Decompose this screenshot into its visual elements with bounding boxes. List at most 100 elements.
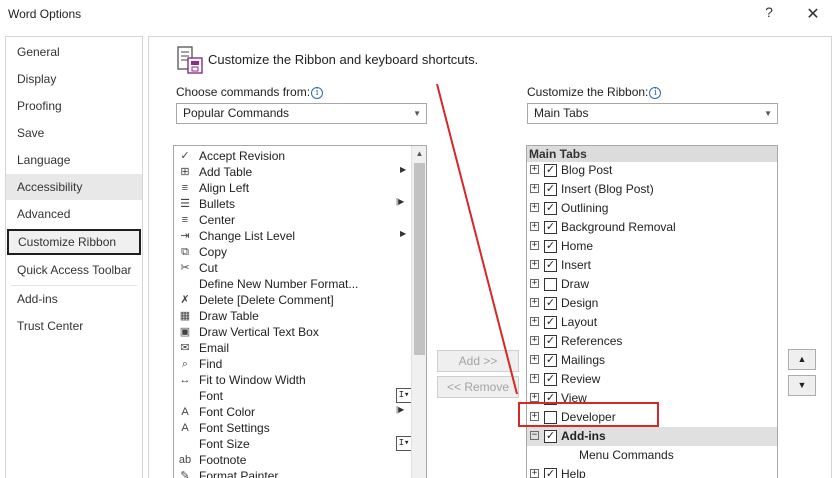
command-item[interactable]: ↔ Fit to Window Width [174, 372, 412, 388]
tab-checkbox[interactable]: ✓ [544, 316, 557, 329]
tab-item[interactable]: + ✓ Blog Post [527, 161, 777, 180]
tab-checkbox[interactable]: ✓ [544, 164, 557, 177]
sidebar-item-language[interactable]: Language [6, 147, 142, 173]
tab-checkbox[interactable]: ✓ [544, 430, 557, 443]
submenu-arrow-icon: ▶ [400, 229, 407, 238]
copy-icon: ⧉ [181, 246, 189, 258]
sidebar-item-trust-center[interactable]: Trust Center [6, 313, 142, 339]
remove-button[interactable]: << Remove [437, 376, 519, 398]
expand-icon[interactable]: + [530, 298, 539, 307]
command-item[interactable]: Font I▾ [174, 388, 412, 404]
tab-checkbox[interactable] [544, 278, 557, 291]
tab-item[interactable]: − ✓ Add-ins [527, 427, 777, 446]
tab-checkbox[interactable]: ✓ [544, 468, 557, 478]
expand-icon[interactable]: + [530, 336, 539, 345]
command-item[interactable]: Font Size I▾ [174, 436, 412, 452]
customize-ribbon-dropdown[interactable]: Main Tabs ▼ [527, 103, 778, 124]
tab-checkbox[interactable]: ✓ [544, 240, 557, 253]
customize-ribbon-value: Main Tabs [534, 106, 589, 120]
tab-checkbox[interactable]: ✓ [544, 297, 557, 310]
sidebar-item-quick-access-toolbar[interactable]: Quick Access Toolbar [6, 257, 142, 283]
command-item[interactable]: ⌕ Find [174, 356, 412, 372]
collapse-icon[interactable]: − [530, 431, 539, 440]
expand-icon[interactable]: + [530, 165, 539, 174]
tab-checkbox[interactable]: ✓ [544, 183, 557, 196]
info-icon[interactable]: i [649, 87, 662, 99]
tab-item[interactable]: + ✓ Mailings [527, 351, 777, 370]
tab-item[interactable]: + ✓ Home [527, 237, 777, 256]
tab-item[interactable]: + ✓ Insert [527, 256, 777, 275]
command-item[interactable]: A Font Color |▶ [174, 404, 412, 420]
tab-checkbox[interactable]: ✓ [544, 259, 557, 272]
command-item[interactable]: ⧉ Copy [174, 244, 412, 260]
tab-item[interactable]: + ✓ Help [527, 465, 777, 478]
command-item[interactable]: ✗ Delete [Delete Comment] [174, 292, 412, 308]
command-item[interactable]: ⊞ Add Table ▶ [174, 164, 412, 180]
commands-scrollbar[interactable]: ▲ [411, 146, 426, 478]
command-item[interactable]: ab Footnote [174, 452, 412, 468]
command-item[interactable]: Define New Number Format... [174, 276, 412, 292]
command-label: Draw Table [199, 309, 259, 323]
tab-checkbox[interactable]: ✓ [544, 373, 557, 386]
command-item[interactable]: ▦ Draw Table [174, 308, 412, 324]
tab-item[interactable]: + ✓ Layout [527, 313, 777, 332]
command-item[interactable]: ☰ Bullets |▶ [174, 196, 412, 212]
sidebar-item-save[interactable]: Save [6, 120, 142, 146]
command-item[interactable]: ✂ Cut [174, 260, 412, 276]
sidebar-item-advanced[interactable]: Advanced [6, 201, 142, 227]
command-label: Font Color [199, 405, 256, 419]
tab-checkbox[interactable]: ✓ [544, 335, 557, 348]
commands-list[interactable]: ✓ Accept Revision ⊞ Add Table ▶ ≡ Align Left ☰ B… [173, 145, 427, 478]
expand-icon[interactable]: + [530, 203, 539, 212]
command-item[interactable]: ≡ Center [174, 212, 412, 228]
command-item[interactable]: ⇥ Change List Level ▶ [174, 228, 412, 244]
expand-icon[interactable]: + [530, 184, 539, 193]
expand-icon[interactable]: + [530, 260, 539, 269]
scrollbar-thumb[interactable] [414, 163, 425, 355]
sidebar-item-accessibility[interactable]: Accessibility [6, 174, 142, 200]
font-color-icon: A [181, 406, 189, 418]
command-item[interactable]: ✓ Accept Revision [174, 148, 412, 164]
close-button[interactable]: ✕ [803, 4, 823, 24]
tab-checkbox[interactable]: ✓ [544, 202, 557, 215]
expand-icon[interactable]: + [530, 355, 539, 364]
choose-commands-dropdown[interactable]: Popular Commands ▼ [176, 103, 427, 124]
help-button[interactable]: ? [760, 4, 778, 24]
sidebar-item-display[interactable]: Display [6, 66, 142, 92]
tab-item[interactable]: + ✓ Review [527, 370, 777, 389]
sidebar-item-proofing[interactable]: Proofing [6, 93, 142, 119]
move-down-button[interactable]: ▼ [788, 375, 816, 396]
command-item[interactable]: A Font Settings [174, 420, 412, 436]
tab-item[interactable]: + ✓ Outlining [527, 199, 777, 218]
expand-icon[interactable]: + [530, 317, 539, 326]
sidebar-item-general[interactable]: General [6, 39, 142, 65]
ribbon-tabs-tree[interactable]: Main Tabs + ✓ Blog Post + ✓ Insert (Blog Post… [526, 145, 778, 478]
tab-checkbox[interactable]: ✓ [544, 354, 557, 367]
info-icon[interactable]: i [311, 87, 324, 99]
add-button[interactable]: Add >> [437, 350, 519, 372]
scroll-up-icon[interactable]: ▲ [412, 146, 426, 162]
sidebar-item-add-ins[interactable]: Add-ins [6, 286, 142, 312]
command-item[interactable]: ≡ Align Left [174, 180, 412, 196]
expand-icon[interactable]: + [530, 279, 539, 288]
command-item[interactable]: ▣ Draw Vertical Text Box [174, 324, 412, 340]
tab-checkbox[interactable]: ✓ [544, 221, 557, 234]
expand-icon[interactable]: + [530, 469, 539, 478]
tab-item[interactable]: + ✓ Insert (Blog Post) [527, 180, 777, 199]
expand-icon[interactable]: + [530, 241, 539, 250]
move-up-button[interactable]: ▲ [788, 349, 816, 370]
tab-group-item[interactable]: Menu Commands [527, 446, 777, 465]
tab-item[interactable]: + ✓ Design [527, 294, 777, 313]
tab-item[interactable]: + ✓ References [527, 332, 777, 351]
expand-icon[interactable]: + [530, 393, 539, 402]
sidebar-item-customize-ribbon[interactable]: Customize Ribbon [7, 229, 141, 255]
blank-icon [177, 437, 193, 451]
tab-item[interactable]: + Draw [527, 275, 777, 294]
tab-item[interactable]: + ✓ Background Removal [527, 218, 777, 237]
command-label: Bullets [199, 197, 236, 211]
expand-icon[interactable]: + [530, 222, 539, 231]
command-item[interactable]: ✎ Format Painter [174, 468, 412, 478]
expand-icon[interactable]: + [530, 374, 539, 383]
command-item[interactable]: ✉ Email [174, 340, 412, 356]
customize-ribbon-text: Customize the Ribbon: [527, 85, 649, 99]
